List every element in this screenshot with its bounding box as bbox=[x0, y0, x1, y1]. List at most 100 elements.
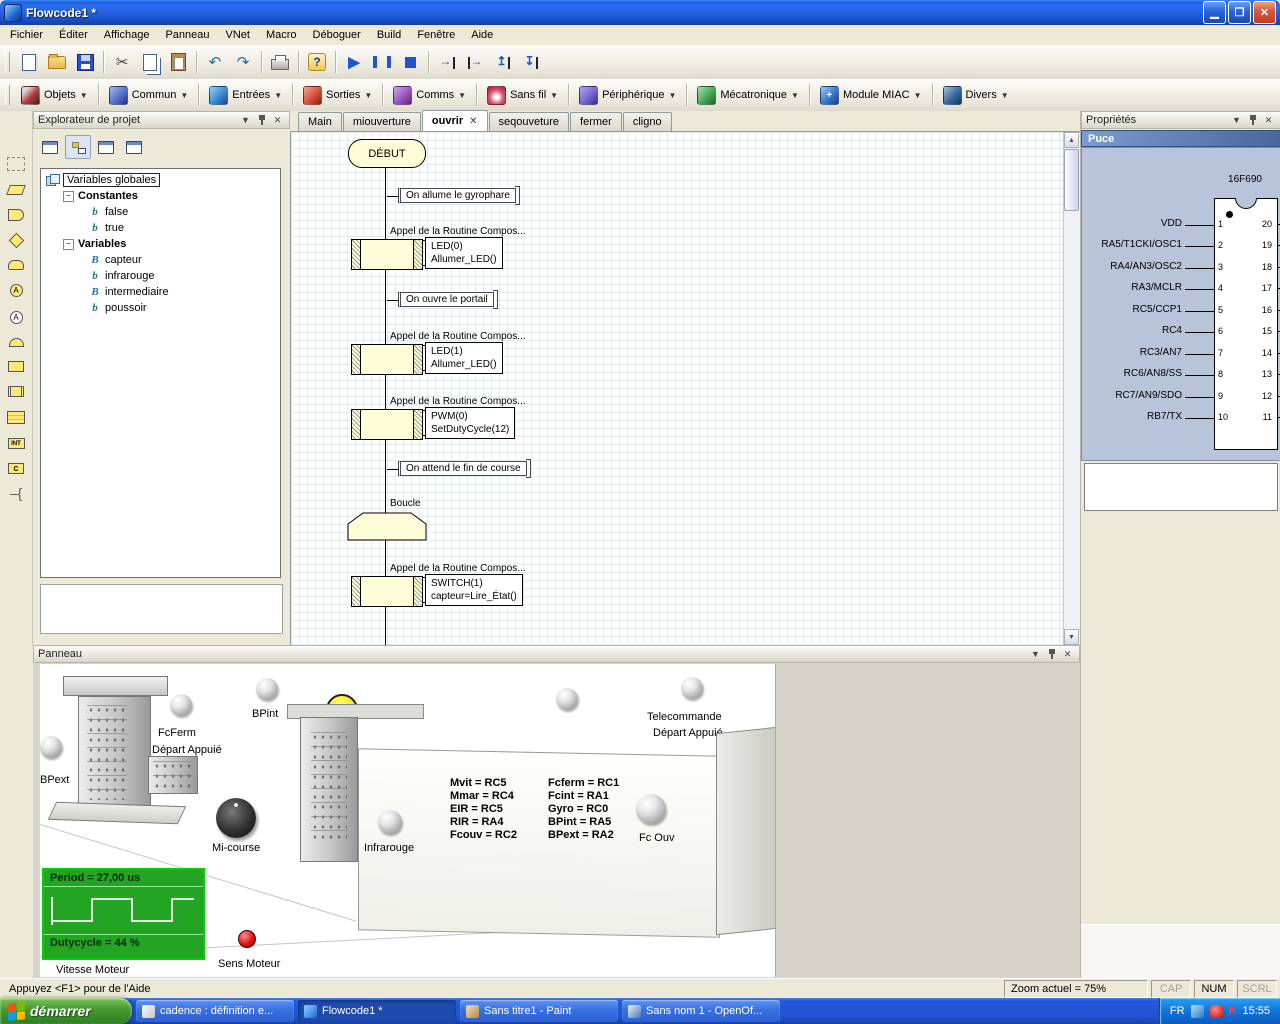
explorer-view-flowchart-button[interactable] bbox=[37, 135, 63, 159]
scroll-up-icon[interactable]: ▲ bbox=[1064, 132, 1079, 148]
tab-ouvrir[interactable]: ouvrir ✕ bbox=[421, 110, 488, 131]
tab-cligno[interactable]: cligno bbox=[622, 112, 672, 131]
pin-icon[interactable] bbox=[254, 113, 269, 127]
menu-panneau[interactable]: Panneau bbox=[157, 27, 217, 43]
c-code-icon[interactable]: C bbox=[8, 463, 24, 474]
menu-fichier[interactable]: Fichier bbox=[2, 27, 51, 43]
task-openoffice[interactable]: Sans nom 1 - OpenOf... bbox=[622, 1000, 780, 1022]
chevron-down-icon[interactable]: ▼ bbox=[1028, 647, 1043, 661]
event-icon[interactable] bbox=[8, 338, 24, 347]
menu-aide[interactable]: Aide bbox=[463, 27, 501, 43]
save-button[interactable] bbox=[72, 49, 98, 75]
spare-button[interactable] bbox=[556, 688, 578, 710]
close-panel-icon[interactable]: ✕ bbox=[1060, 647, 1075, 661]
open-button[interactable] bbox=[44, 49, 70, 75]
copy-button[interactable] bbox=[137, 49, 163, 75]
redo-button[interactable]: ↷ bbox=[230, 49, 256, 75]
comment-icon[interactable]: ‒{ bbox=[10, 486, 22, 500]
tab-seqouveture[interactable]: seqouveture bbox=[488, 112, 570, 131]
task-paint[interactable]: Sans titre1 - Paint bbox=[460, 1000, 618, 1022]
component-comms[interactable]: Comms ▼ bbox=[389, 83, 470, 108]
network-icon[interactable] bbox=[1190, 1004, 1204, 1018]
tab-fermer[interactable]: fermer bbox=[570, 112, 622, 131]
jump-icon[interactable]: A bbox=[9, 311, 23, 324]
menu-editer[interactable]: Éditer bbox=[51, 27, 96, 43]
component-sorties[interactable]: Sorties ▼ bbox=[299, 83, 376, 108]
tab-main[interactable]: Main bbox=[298, 112, 342, 131]
scroll-down-icon[interactable]: ▼ bbox=[1064, 629, 1079, 645]
fc-ouv-button[interactable] bbox=[636, 794, 666, 824]
language-indicator[interactable]: FR bbox=[1170, 1005, 1185, 1017]
task-flowcode[interactable]: Flowcode1 * bbox=[298, 1000, 456, 1022]
paste-button[interactable] bbox=[165, 49, 191, 75]
component-mecatronique[interactable]: Mécatronique ▼ bbox=[693, 83, 803, 108]
flow-comment[interactable]: On ouvre le portail bbox=[387, 290, 498, 309]
flow-start-node[interactable]: DÉBUT bbox=[348, 139, 426, 168]
flow-loop-node[interactable] bbox=[347, 512, 427, 542]
component-sans-fil[interactable]: Sans fil ▼ bbox=[483, 83, 562, 108]
run-to-cursor-button[interactable]: ↧ bbox=[518, 49, 544, 75]
component-commun[interactable]: Commun ▼ bbox=[105, 83, 193, 108]
bpint-button[interactable] bbox=[256, 678, 278, 700]
start-button[interactable]: démarrer bbox=[0, 998, 132, 1024]
component-divers[interactable]: Divers ▼ bbox=[939, 83, 1013, 108]
flow-macro-detail[interactable]: SWITCH(1) capteur=Lire_État() bbox=[422, 574, 523, 606]
fcferm-button[interactable] bbox=[170, 694, 192, 716]
step-over-button[interactable]: → bbox=[462, 49, 488, 75]
component-macro-icon[interactable] bbox=[8, 386, 24, 397]
mi-course-knob[interactable] bbox=[216, 798, 256, 838]
collapse-icon[interactable]: − bbox=[63, 238, 74, 250]
infrarouge-button[interactable] bbox=[378, 810, 402, 834]
switch-icon[interactable] bbox=[8, 260, 24, 270]
cut-button[interactable]: ✂ bbox=[109, 49, 135, 75]
chevron-down-icon[interactable]: ▼ bbox=[1229, 113, 1244, 127]
flow-comment[interactable]: On attend le fin de course bbox=[387, 459, 531, 478]
selection-icon[interactable] bbox=[7, 157, 25, 171]
menu-affichage[interactable]: Affichage bbox=[96, 27, 158, 43]
component-objets[interactable]: Objets ▼ bbox=[17, 83, 92, 108]
help-button[interactable]: ? bbox=[304, 49, 330, 75]
minimize-button[interactable]: ▁ bbox=[1203, 1, 1226, 24]
menu-vnet[interactable]: VNet bbox=[217, 27, 257, 43]
component-entrees[interactable]: Entrées ▼ bbox=[205, 83, 286, 108]
tree-item[interactable]: B intermediaire bbox=[41, 284, 280, 300]
print-button[interactable] bbox=[267, 49, 293, 75]
menu-fenetre[interactable]: Fenêtre bbox=[409, 27, 463, 43]
tree-group[interactable]: − Constantes bbox=[41, 188, 280, 204]
tree-root[interactable]: Variables globales bbox=[41, 172, 280, 188]
tree-item[interactable]: b true bbox=[41, 220, 280, 236]
tree-item[interactable]: b infrarouge bbox=[41, 268, 280, 284]
component-module-miac[interactable]: + Module MIAC ▼ bbox=[816, 83, 926, 108]
close-panel-icon[interactable]: ✕ bbox=[270, 113, 285, 127]
close-tab-icon[interactable]: ✕ bbox=[469, 116, 477, 127]
connection-point-icon[interactable]: A bbox=[9, 284, 23, 297]
component-peripherique[interactable]: Périphérique ▼ bbox=[575, 83, 680, 108]
flow-macro-detail[interactable]: PWM(0) SetDutyCycle(12) bbox=[421, 407, 516, 439]
flow-component-macro[interactable] bbox=[351, 239, 423, 270]
tree-item[interactable]: b poussoir bbox=[41, 300, 280, 316]
flow-comment[interactable]: On allume le gyrophare bbox=[387, 186, 520, 205]
macro-icon[interactable] bbox=[7, 411, 25, 424]
tree-group[interactable]: − Variables bbox=[41, 236, 280, 252]
delay-icon[interactable] bbox=[8, 209, 24, 221]
step-into-button[interactable]: → bbox=[434, 49, 460, 75]
flow-macro-detail[interactable]: LED(0) Allumer_LED() bbox=[422, 237, 503, 269]
flow-component-macro[interactable] bbox=[351, 344, 423, 375]
flowchart-canvas[interactable]: DÉBUT On allume le gyrophare Appel de la… bbox=[290, 132, 1065, 645]
close-panel-icon[interactable]: ✕ bbox=[1261, 113, 1276, 127]
menu-deboguer[interactable]: Déboguer bbox=[305, 27, 369, 43]
tree-root-label[interactable]: Variables globales bbox=[63, 173, 161, 187]
menu-build[interactable]: Build bbox=[369, 27, 409, 43]
decision-icon[interactable] bbox=[8, 232, 24, 249]
step-out-button[interactable]: ↥ bbox=[490, 49, 516, 75]
stop-button[interactable] bbox=[397, 49, 423, 75]
flow-component-macro[interactable] bbox=[351, 409, 423, 440]
menu-macro[interactable]: Macro bbox=[258, 27, 305, 43]
collapse-icon[interactable]: − bbox=[63, 190, 74, 202]
explorer-view-tree-button[interactable] bbox=[65, 135, 91, 159]
io-icon[interactable] bbox=[6, 185, 26, 195]
close-button[interactable]: ✕ bbox=[1253, 1, 1276, 24]
scrollbar-thumb[interactable] bbox=[1064, 149, 1079, 211]
calculation-icon[interactable] bbox=[8, 361, 24, 372]
flow-component-macro[interactable] bbox=[351, 576, 423, 607]
